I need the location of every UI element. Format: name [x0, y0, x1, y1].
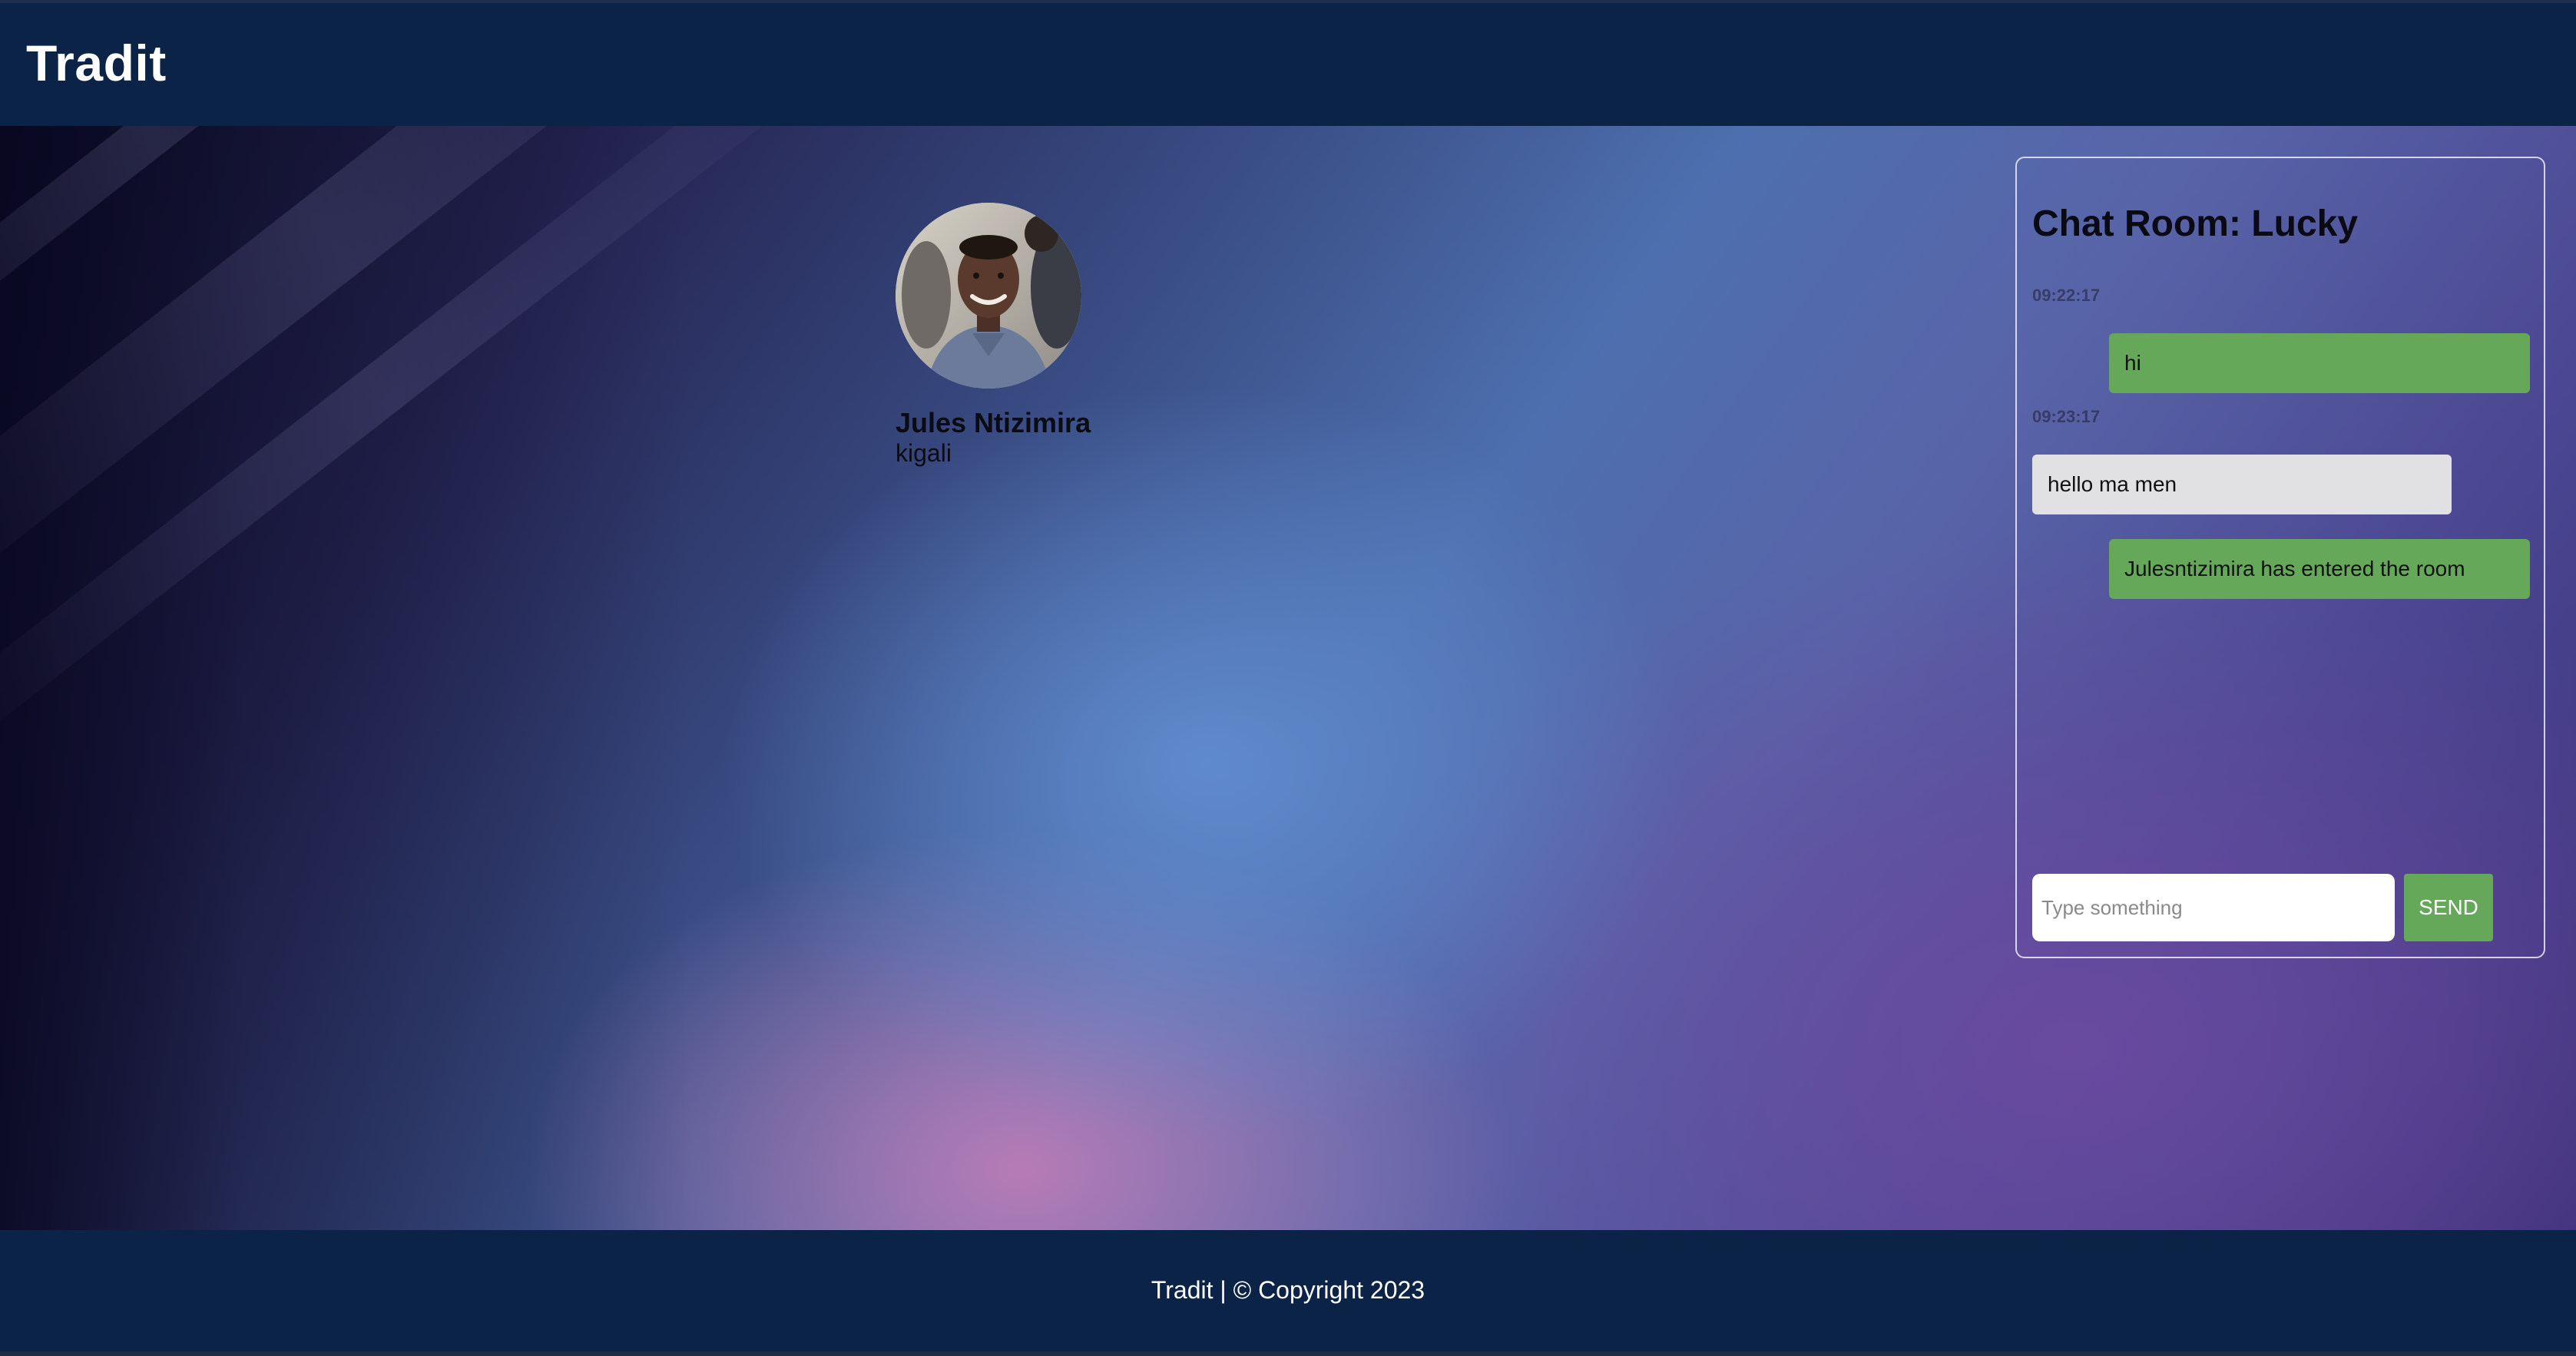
chat-message-other: hello ma men: [2032, 455, 2452, 514]
message-timestamp: 09:22:17: [2032, 286, 2101, 305]
profile-location: kigali: [896, 439, 952, 467]
profile-card: Jules Ntizimira kigali: [896, 203, 1126, 468]
chat-message-self: hi: [2109, 333, 2530, 393]
background-shade: [0, 126, 691, 1230]
chat-room-panel: Chat Room: Lucky 09:22:17 hi 09:23:17 he…: [2015, 157, 2545, 958]
brand-logo-text[interactable]: Tradit: [26, 34, 167, 92]
chat-message-system: Julesntizimira has entered the room: [2109, 539, 2530, 599]
footer: Tradit | © Copyright 2023: [0, 1230, 2576, 1356]
footer-copyright: Tradit | © Copyright 2023: [1151, 1276, 1425, 1304]
profile-avatar[interactable]: [896, 203, 1081, 389]
user-photo-icon: [896, 203, 1081, 389]
profile-name: Jules Ntizimira: [896, 407, 1091, 438]
message-timestamp: 09:23:17: [2032, 407, 2101, 426]
page: Tradit Jules Ntizimira kigali Chat Room:…: [0, 0, 2576, 1356]
message-input[interactable]: [2032, 874, 2395, 941]
send-button[interactable]: SEND: [2404, 874, 2493, 941]
top-navbar: Tradit: [0, 0, 2576, 126]
chat-room-title: Chat Room: Lucky: [2032, 203, 2359, 244]
